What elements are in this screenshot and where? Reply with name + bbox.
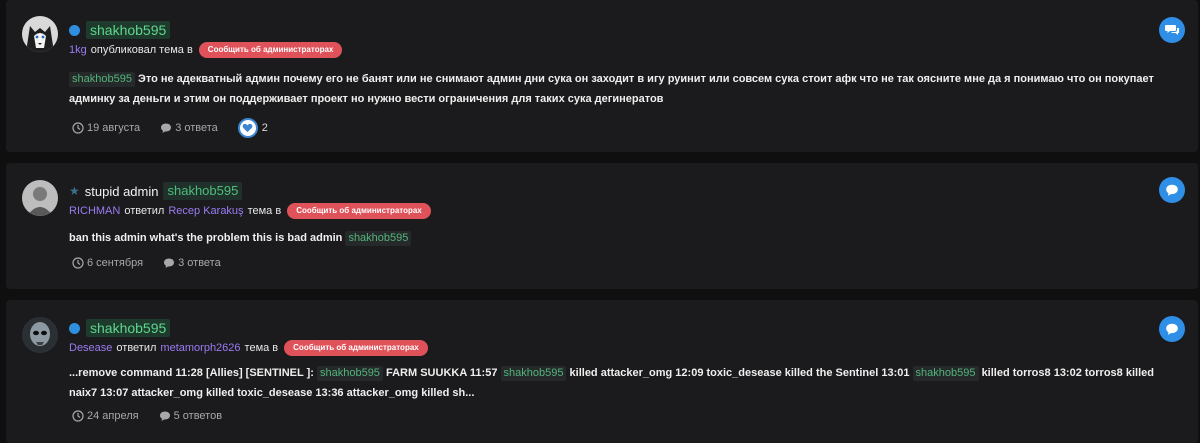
reply-count-text: 5 ответов (173, 410, 223, 422)
reactions[interactable]: 2 (237, 118, 268, 138)
avatar[interactable] (22, 180, 58, 216)
user-mention[interactable]: shakhob595 (345, 231, 412, 246)
comment-icon (161, 123, 172, 133)
post-date: 24 апреля (72, 410, 139, 422)
post-body[interactable]: shakhob595 Это не адекватный админ почем… (69, 69, 1172, 109)
post-text: killed attacker_omg 12:09 toxic_desease … (569, 367, 910, 379)
activity-card: ★ stupid admin shakhob595 RICHMAN ответи… (6, 163, 1198, 289)
post-meta: 19 августа 3 ответа 2 (72, 118, 268, 138)
reply-count-text: 3 ответа (178, 257, 221, 269)
like-count: 2 (261, 122, 268, 134)
post-date: 19 августа (72, 122, 140, 134)
reply-count[interactable]: 3 ответа (160, 122, 218, 134)
post-text: Это не адекватный админ почему его не ба… (69, 73, 1154, 105)
avatar[interactable] (22, 16, 58, 52)
comment-icon (164, 258, 175, 268)
forum-tag-report[interactable]: Сообщить об администраторах (284, 340, 428, 356)
clock-icon (72, 257, 84, 269)
username-link[interactable]: shakhob595 (86, 21, 171, 39)
user-mention[interactable]: shakhob595 (316, 366, 383, 381)
action-text: тема в (244, 342, 279, 354)
username-link[interactable]: stupid admin (85, 184, 159, 199)
actor-link[interactable]: Desease (69, 342, 112, 354)
post-body[interactable]: ...remove command 11:28 [Allies] [SENTIN… (69, 363, 1172, 403)
reply-count[interactable]: 3 ответа (163, 257, 221, 269)
post-type-icon (1159, 177, 1185, 203)
heart-icon (237, 118, 258, 138)
activity-feed: shakhob595 1kg опубликовал тема в Сообщи… (0, 0, 1200, 443)
post-meta: 24 апреля 5 ответов (72, 410, 242, 422)
action-text: ответил (116, 342, 157, 354)
username-badge[interactable]: shakhob595 (163, 182, 243, 200)
date-text: 6 сентября (87, 257, 144, 269)
target-link[interactable]: metamorph2626 (160, 342, 240, 354)
action-text: опубликовал тема в (90, 44, 193, 56)
post-header: shakhob595 Desease ответил metamorph2626… (69, 318, 428, 357)
post-body[interactable]: ban this admin what's the problem this i… (69, 228, 1172, 248)
user-mention[interactable]: shakhob595 (912, 366, 979, 381)
date-text: 19 августа (87, 122, 141, 134)
post-text: ban this admin what's the problem this i… (69, 232, 343, 244)
action-text: тема в (247, 205, 282, 217)
online-status-dot (69, 322, 80, 334)
activity-card: shakhob595 Desease ответил metamorph2626… (6, 300, 1198, 443)
actor-link[interactable]: 1kg (69, 44, 87, 56)
activity-card: shakhob595 1kg опубликовал тема в Сообщи… (6, 0, 1198, 152)
user-mention[interactable]: shakhob595 (500, 366, 567, 381)
username-link[interactable]: shakhob595 (86, 319, 171, 337)
forum-tag-report[interactable]: Сообщить об администраторах (198, 42, 343, 58)
comment-icon (159, 411, 170, 421)
post-date: 6 сентября (72, 257, 143, 269)
clock-icon (72, 122, 84, 134)
post-header: ★ stupid admin shakhob595 RICHMAN ответи… (69, 181, 431, 220)
post-type-icon (1159, 17, 1185, 43)
reply-count[interactable]: 5 ответов (159, 410, 222, 422)
online-status-dot (69, 24, 80, 36)
post-text: ...remove command 11:28 [Allies] [SENTIN… (69, 367, 314, 379)
post-meta: 6 сентября 3 ответа (72, 257, 241, 269)
star-icon: ★ (69, 184, 80, 198)
avatar[interactable] (22, 317, 58, 353)
post-type-icon (1159, 316, 1185, 342)
clock-icon (72, 410, 84, 422)
user-mention[interactable]: shakhob595 (69, 72, 135, 87)
target-link[interactable]: Recep Karakuş (168, 205, 243, 217)
post-text: FARM SUUKKA 11:57 (386, 367, 498, 379)
reply-count-text: 3 ответа (175, 122, 218, 134)
forum-tag-report[interactable]: Сообщить об администраторах (287, 203, 431, 219)
action-text: ответил (124, 205, 165, 217)
post-header: shakhob595 1kg опубликовал тема в Сообщи… (69, 20, 343, 59)
date-text: 24 апреля (87, 410, 139, 422)
actor-link[interactable]: RICHMAN (69, 205, 120, 217)
